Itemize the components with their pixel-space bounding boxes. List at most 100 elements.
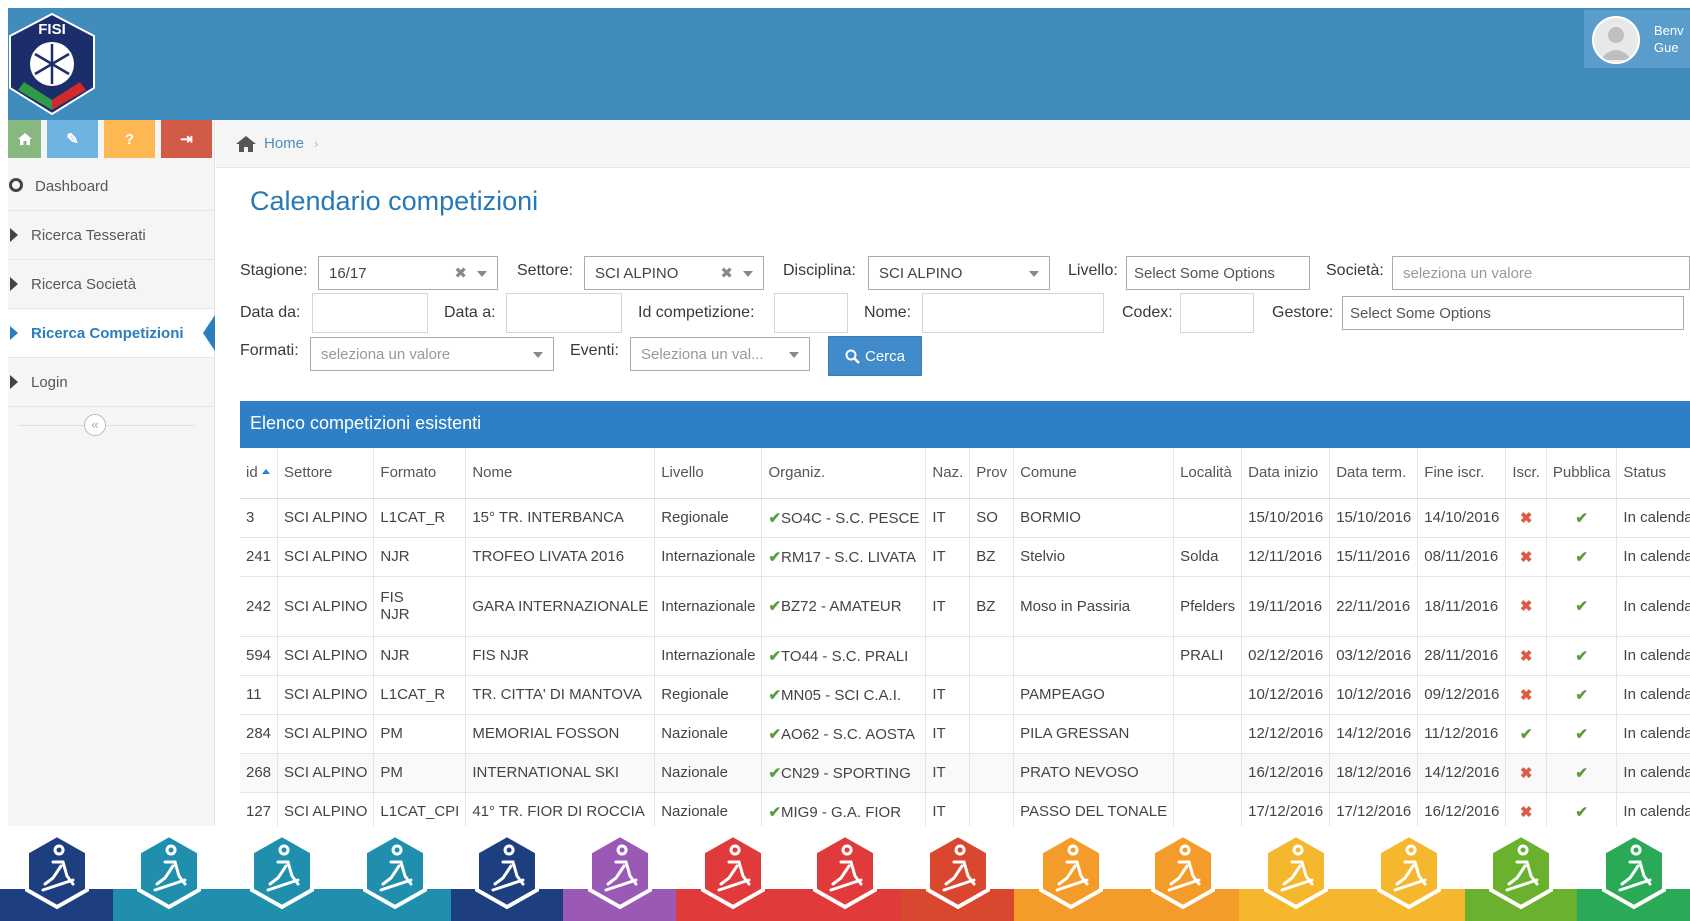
codex-input[interactable] [1180,293,1254,333]
column-header-formato[interactable]: Formato [373,448,467,499]
cell-fine: 11/12/2016 [1417,714,1507,754]
discipline-item[interactable] [788,826,903,921]
table-row[interactable]: 594 SCI ALPINO NJR FIS NJR Internazionale ✔TO… [240,636,1690,676]
table-row[interactable]: 284 SCI ALPINO PM MEMORIAL FOSSON Nazionale ✔… [240,714,1690,754]
snowflake-icon [24,832,89,910]
discipline-item[interactable] [225,826,339,921]
column-header-settore[interactable]: Settore [277,448,375,499]
cell-fine: 28/11/2016 [1417,636,1507,676]
help-shortcut-button[interactable]: ? [104,120,155,158]
sidebar-item-ricerca-tesserati[interactable]: Ricerca Tesserati [8,211,214,260]
home-shortcut-button[interactable] [8,120,41,158]
competitions-table: id Settore Formato Nome Livello Organiz.… [240,448,1690,832]
table-row[interactable]: 242 SCI ALPINO FIS NJR GARA INTERNAZIONALE In… [240,576,1690,637]
column-header-organiz[interactable]: Organiz. [761,448,927,499]
fisi-logo[interactable]: FISI [8,12,96,116]
table-row[interactable]: 241 SCI ALPINO NJR TROFEO LIVATA 2016 Intern… [240,537,1690,577]
clear-icon[interactable]: ✖ [454,264,467,282]
column-header-comune[interactable]: Comune [1013,448,1175,499]
data-a-input[interactable] [506,293,622,333]
table-row[interactable]: 11 SCI ALPINO L1CAT_R TR. CITTA' DI MANTOVA… [240,675,1690,715]
discipline-item[interactable] [1014,826,1128,921]
column-header-pubblica[interactable]: Pubblica [1546,448,1618,499]
luge-icon [1038,832,1103,910]
nome-input[interactable] [922,293,1104,333]
signout-icon: ⇥ [180,131,193,148]
cell-formato: PM [373,753,467,793]
cell-naz: IT [925,675,971,715]
stagione-select[interactable]: 16/17 ✖ [318,256,498,290]
cell-comune [1013,636,1175,676]
alpine-ski-icon [475,832,540,910]
cell-nome: TR. CITTA' DI MANTOVA [465,675,656,715]
id-competizione-input[interactable] [774,293,848,333]
eventi-placeholder: Seleziona un val... [641,346,764,363]
data-da-input[interactable] [312,293,428,333]
breadcrumb-home-link[interactable]: Home [264,135,304,152]
discipline-item[interactable] [901,826,1015,921]
cell-livello: Nazionale [654,714,763,754]
cell-pubblica: ✔ [1546,576,1618,637]
column-header-iscr[interactable]: Iscr. [1505,448,1547,499]
collapse-sidebar-button[interactable]: « [84,414,106,436]
column-header-livello[interactable]: Livello [654,448,763,499]
column-header-naz[interactable]: Naz. [925,448,971,499]
discipline-item[interactable] [1126,826,1241,921]
user-menu[interactable]: Benv Gue [1584,10,1690,68]
livello-multiselect[interactable]: Select Some Options [1126,256,1310,290]
column-header-status[interactable]: Status [1616,448,1690,499]
discipline-item[interactable] [450,826,565,921]
column-header-fine-iscr[interactable]: Fine iscr. [1417,448,1507,499]
column-header-id[interactable]: id [240,448,279,499]
discipline-item[interactable] [338,826,452,921]
cerca-button[interactable]: Cerca [828,336,922,376]
sidebar-item-ricerca-competizioni[interactable]: Ricerca Competizioni [8,309,215,358]
societa-select[interactable]: seleziona un valore [1392,256,1690,290]
sidebar-item-login[interactable]: Login [8,358,214,407]
table-row[interactable]: 268 SCI ALPINO PM INTERNATIONAL SKI Nazional… [240,753,1690,793]
cell-id: 594 [240,636,279,676]
mountaineering-icon [1602,832,1667,910]
cell-localita: PRALI [1173,636,1243,676]
breadcrumb: Home › [216,120,1690,168]
competitions-panel-title: Elenco competizioni esistenti [240,401,1690,448]
discipline-item[interactable] [1577,826,1690,921]
cell-status: In calendario [1616,537,1690,577]
eventi-select[interactable]: Seleziona un val... [630,337,810,371]
stagione-value: 16/17 [329,265,367,282]
cell-id: 11 [240,675,279,715]
column-header-nome[interactable]: Nome [465,448,656,499]
data-da-label: Data da: [240,304,301,321]
discipline-item[interactable] [1464,826,1579,921]
cell-pubblica: ✔ [1546,498,1618,538]
cell-comune: BORMIO [1013,498,1175,538]
cell-localita [1173,714,1243,754]
column-header-localita[interactable]: Località [1173,448,1243,499]
clear-icon[interactable]: ✖ [720,264,733,282]
sidebar-item-dashboard[interactable]: Dashboard [8,162,214,211]
logout-shortcut-button[interactable]: ⇥ [161,120,212,158]
discipline-item[interactable] [676,826,790,921]
discipline-item[interactable] [563,826,677,921]
column-header-data-inizio[interactable]: Data inizio [1241,448,1331,499]
discipline-item[interactable] [1239,826,1353,921]
cell-naz [925,636,971,676]
table-row[interactable]: 3 SCI ALPINO L1CAT_R 15° TR. INTERBANCA Regi… [240,498,1690,538]
sidebar-item-ricerca-societa[interactable]: Ricerca Società [8,260,214,309]
question-icon: ? [124,130,135,148]
discipline-item[interactable] [0,826,114,921]
discipline-item[interactable] [1352,826,1466,921]
column-header-data-term[interactable]: Data term. [1329,448,1419,499]
gestore-multiselect[interactable]: Select Some Options [1342,296,1684,330]
cross-icon: ✖ [1519,509,1533,527]
skiroll-icon [1264,832,1329,910]
settore-select[interactable]: SCI ALPINO ✖ [584,256,764,290]
formati-select[interactable]: seleziona un valore [310,337,554,371]
cell-fine: 14/10/2016 [1417,498,1507,538]
disciplina-select[interactable]: SCI ALPINO [868,256,1050,290]
column-header-prov[interactable]: Prov [969,448,1015,499]
gestore-value: Select Some Options [1350,305,1491,322]
cell-nome: MEMORIAL FOSSON [465,714,656,754]
edit-shortcut-button[interactable]: ✎ [47,120,98,158]
discipline-item[interactable] [112,826,227,921]
